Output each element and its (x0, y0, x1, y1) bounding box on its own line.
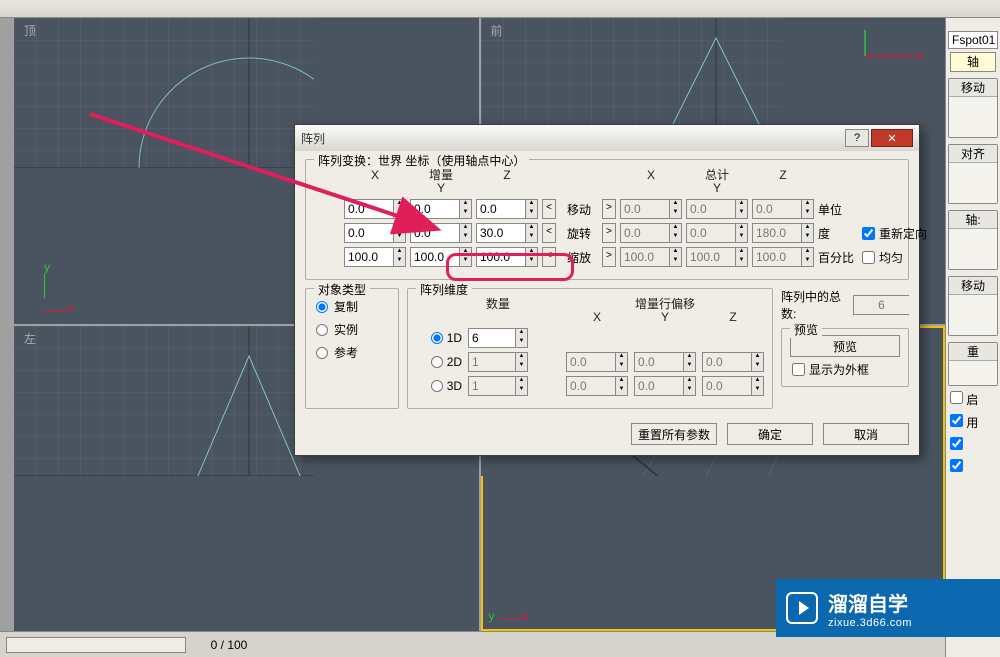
panel-check-3[interactable] (946, 434, 1000, 456)
rollout-weight[interactable]: 重 (948, 342, 998, 386)
preview-group: 预览 预览 显示为外框 (781, 328, 909, 387)
panel-check-1[interactable]: 启 (946, 388, 1000, 411)
rollout-move2[interactable]: 移动 (948, 276, 998, 336)
move-inc-z[interactable]: ▲▼ (476, 199, 538, 219)
rotate-inc-y[interactable]: ▲▼ (410, 223, 472, 243)
offset-3d-x: ▲▼ (566, 376, 628, 396)
rotate-label: 旋转 (560, 225, 598, 242)
reset-button[interactable]: 重置所有参数 (631, 423, 717, 445)
move-tot-z: ▲▼ (752, 199, 814, 219)
uniform-check[interactable]: 均匀 (862, 249, 934, 266)
main-toolbar (0, 0, 1000, 18)
axis-toggle-button[interactable]: 轴 (950, 52, 996, 72)
rotate-unit: 度 (818, 225, 858, 242)
scale-inc-x[interactable]: ▲▼ (344, 247, 406, 267)
scale-tot-x: ▲▼ (620, 247, 682, 267)
array-dialog: 阵列 ? ✕ 阵列变换：世界 坐标（使用轴点中心） X 增量 Z X 总计 Z … (294, 124, 920, 456)
viewport-label: 顶 (24, 22, 36, 39)
count-1d[interactable]: ▲▼ (468, 328, 528, 348)
panel-check-2[interactable]: 用 (946, 411, 1000, 434)
rollout-align[interactable]: 对齐 (948, 144, 998, 204)
arrow-right-icon[interactable]: > (602, 199, 616, 219)
object-name-input[interactable]: Fspot01 (948, 31, 998, 49)
count-3d: ▲▼ (468, 376, 528, 396)
scale-tot-y: ▲▼ (686, 247, 748, 267)
radio-instance[interactable]: 实例 (314, 318, 390, 341)
rotate-inc-z[interactable]: ▲▼ (476, 223, 538, 243)
offset-2d-x: ▲▼ (566, 352, 628, 372)
offset-3d-z: ▲▼ (702, 376, 764, 396)
rollout-move[interactable]: 移动 (948, 78, 998, 138)
grid-icon (14, 18, 314, 168)
arrow-right-icon[interactable]: > (602, 247, 616, 267)
close-button[interactable]: ✕ (871, 129, 913, 147)
rollout-axis[interactable]: 轴: (948, 210, 998, 270)
watermark: 溜溜自学 zixue.3d66.com (776, 579, 1000, 637)
offset-2d-y: ▲▼ (634, 352, 696, 372)
rotate-tot-y: ▲▼ (686, 223, 748, 243)
transform-group: 阵列变换：世界 坐标（使用轴点中心） X 增量 Z X 总计 Z Y (305, 159, 909, 280)
array-total-value (853, 295, 909, 315)
radio-copy[interactable]: 复制 (314, 295, 390, 318)
rotate-tot-z: ▲▼ (752, 223, 814, 243)
axis-gizmo-icon: yx (489, 609, 529, 623)
command-panel: Fspot01 轴 移动 对齐 轴: 移动 重 启 用 (945, 18, 1000, 657)
time-slider[interactable] (6, 637, 186, 653)
move-unit: 单位 (818, 201, 858, 218)
offset-3d-y: ▲▼ (634, 376, 696, 396)
dialog-title: 阵列 (301, 130, 843, 147)
array-dimensions-group: 阵列维度 数量 增量行偏移 X Y Z 1D ▲▼ (407, 288, 773, 409)
view-nav-icon[interactable]: x (855, 26, 925, 66)
radio-1d[interactable]: 1D (416, 331, 462, 345)
scale-tot-z: ▲▼ (752, 247, 814, 267)
viewport-label: 前 (491, 22, 503, 39)
wireframe-check[interactable]: 显示为外框 (790, 357, 900, 378)
arrow-left-icon[interactable]: < (542, 199, 556, 219)
grid-icon (14, 326, 314, 476)
axis-gizmo-icon: yx (44, 260, 74, 314)
dialog-titlebar[interactable]: 阵列 ? ✕ (295, 125, 919, 151)
radio-reference[interactable]: 参考 (314, 341, 390, 364)
move-inc-y[interactable]: ▲▼ (410, 199, 472, 219)
scale-unit: 百分比 (818, 249, 858, 266)
svg-text:x: x (917, 48, 923, 62)
array-total: 阵列中的总数: (781, 288, 909, 322)
preview-button[interactable]: 预览 (790, 335, 900, 357)
scale-label: 缩放 (560, 249, 598, 266)
arrow-left-icon[interactable]: < (542, 223, 556, 243)
move-label: 移动 (560, 201, 598, 218)
radio-2d[interactable]: 2D (416, 355, 462, 369)
move-tot-y: ▲▼ (686, 199, 748, 219)
reorient-check[interactable]: 重新定向 (862, 225, 934, 242)
move-inc-x[interactable]: ▲▼ (344, 199, 406, 219)
scale-inc-z[interactable]: ▲▼ (476, 247, 538, 267)
help-button[interactable]: ? (845, 129, 869, 147)
frame-counter: 0 / 100 (194, 638, 264, 652)
scale-inc-y[interactable]: ▲▼ (410, 247, 472, 267)
panel-check-4[interactable] (946, 456, 1000, 478)
offset-2d-z: ▲▼ (702, 352, 764, 372)
arrow-left-icon[interactable]: < (542, 247, 556, 267)
move-tot-x: ▲▼ (620, 199, 682, 219)
play-icon (786, 592, 818, 624)
arrow-right-icon[interactable]: > (602, 223, 616, 243)
rotate-inc-x[interactable]: ▲▼ (344, 223, 406, 243)
object-type-group: 对象类型 复制 实例 参考 (305, 288, 399, 409)
viewport-label: 左 (24, 330, 36, 347)
ok-button[interactable]: 确定 (727, 423, 813, 445)
cancel-button[interactable]: 取消 (823, 423, 909, 445)
radio-3d[interactable]: 3D (416, 379, 462, 393)
rotate-tot-x: ▲▼ (620, 223, 682, 243)
transform-legend: 阵列变换：世界 坐标（使用轴点中心） (314, 152, 529, 169)
count-2d: ▲▼ (468, 352, 528, 372)
